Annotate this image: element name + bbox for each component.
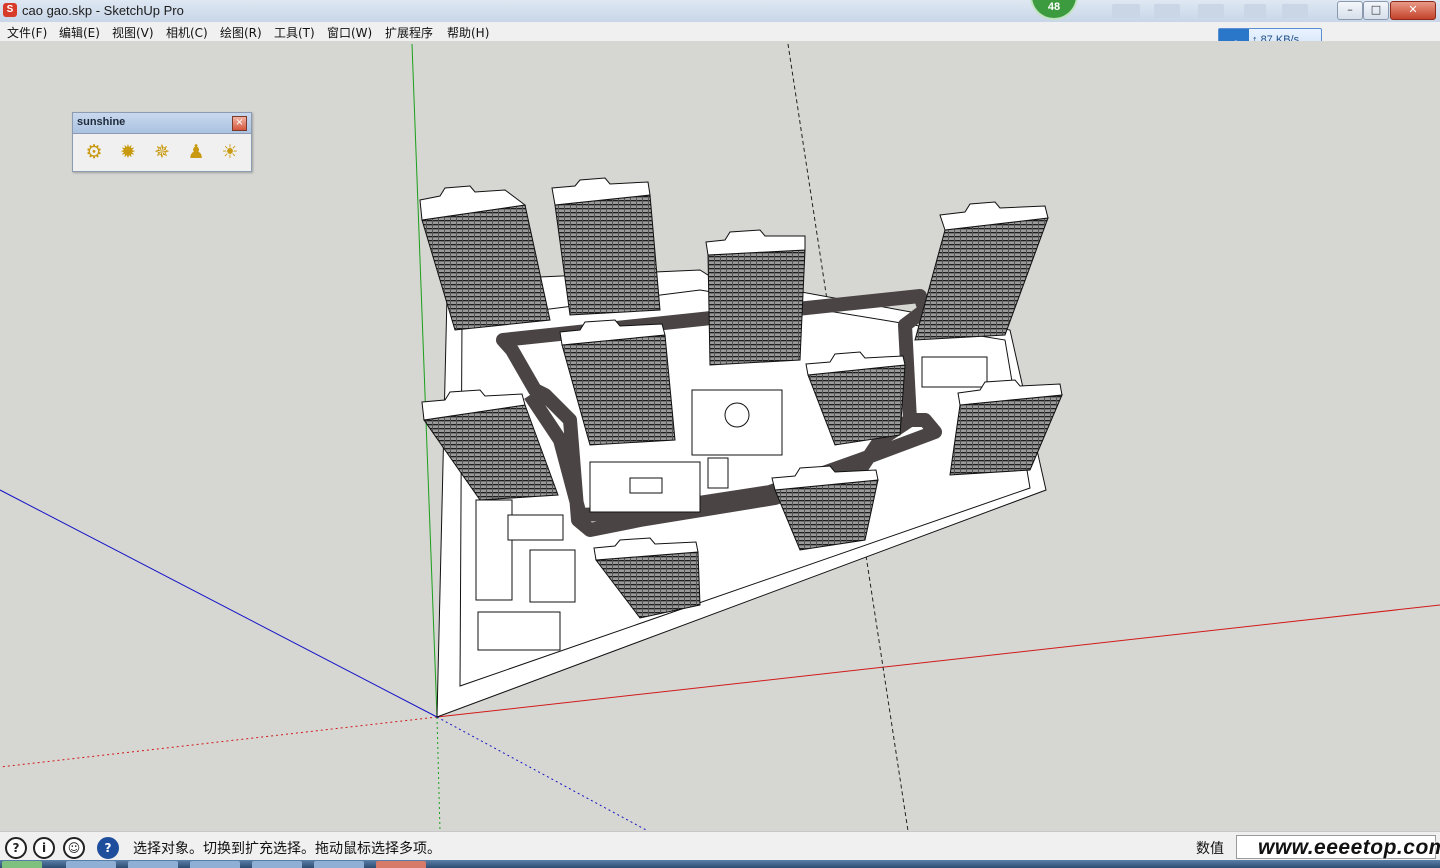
blurred-title-item [1154, 4, 1180, 18]
credits-info-icon[interactable]: i [33, 837, 55, 859]
blue-axis [0, 489, 438, 718]
sunshine-settings-icon[interactable]: ⚙ [81, 139, 107, 165]
blurred-title-item [1244, 4, 1266, 18]
sunshine-toolbar[interactable]: sunshine × ⚙ ✹ ✵ ♟ ☀ [72, 112, 252, 172]
tower-2[interactable] [554, 194, 661, 316]
sketchup-icon: S [3, 3, 17, 17]
sun-path-icon[interactable]: ✵ [149, 139, 175, 165]
tower-4[interactable] [914, 217, 1049, 341]
gate-kiosk [707, 457, 729, 489]
modeling-viewport[interactable]: sunshine × ⚙ ✹ ✵ ♟ ☀ [0, 41, 1440, 831]
menu-help[interactable]: 帮助(H) [447, 24, 489, 41]
podium-block-d [507, 514, 564, 541]
taskbar-item[interactable] [252, 861, 302, 868]
sun-analysis-icon[interactable]: ✹ [115, 139, 141, 165]
taskbar-item[interactable] [314, 861, 364, 868]
menu-window[interactable]: 窗口(W) [327, 24, 372, 41]
taskbar-item[interactable] [66, 861, 116, 868]
menu-camera[interactable]: 相机(C) [166, 24, 208, 41]
green-axis [411, 43, 438, 718]
status-bar: ? i ☺ ? 选择对象。切换到扩充选择。拖动鼠标选择多项。 数值 [0, 831, 1440, 861]
tower-1[interactable] [421, 204, 551, 331]
menu-view[interactable]: 视图(V) [112, 24, 154, 41]
geo-location-icon[interactable]: ? [5, 837, 27, 859]
taskbar [0, 860, 1440, 868]
tower-3[interactable] [707, 249, 806, 366]
clubhouse-annex [629, 477, 663, 494]
measurements-label: 数值 [1196, 841, 1224, 857]
red-axis-negative [0, 716, 438, 768]
shadow-person-icon[interactable]: ♟ [183, 139, 209, 165]
menu-draw[interactable]: 绘图(R) [220, 24, 262, 41]
podium-block-c [477, 611, 561, 651]
taskbar-item[interactable] [128, 861, 178, 868]
kindergarten [921, 356, 988, 388]
plaza-fountain [724, 402, 750, 428]
status-hint: 选择对象。切换到扩充选择。拖动鼠标选择多项。 [133, 841, 441, 857]
maximize-button[interactable]: □ [1363, 1, 1389, 20]
menu-tools[interactable]: 工具(T) [274, 24, 315, 41]
menu-file[interactable]: 文件(F) [7, 24, 47, 41]
podium-block-b [529, 549, 576, 603]
user-account-icon[interactable]: ☺ [63, 837, 85, 859]
tower-3-roof [705, 229, 806, 256]
menu-edit[interactable]: 编辑(E) [59, 24, 100, 41]
minimize-button[interactable]: – [1337, 1, 1363, 20]
taskbar-item-sketchup[interactable] [376, 861, 426, 868]
taskbar-item[interactable] [190, 861, 240, 868]
help-icon[interactable]: ? [97, 837, 119, 859]
blurred-title-item [1198, 4, 1224, 18]
watermark-text: www.eeeetop.com [1258, 836, 1440, 859]
title-bar: S cao gao.skp - SketchUp Pro – □ ✕ [0, 0, 1440, 23]
sunshine-toolbar-titlebar[interactable]: sunshine × [73, 113, 251, 134]
tower-8[interactable] [949, 394, 1063, 476]
green-axis-negative [436, 716, 441, 831]
menu-extensions[interactable]: 扩展程序 [385, 24, 433, 41]
sun-export-icon[interactable]: ☀ [217, 139, 243, 165]
close-icon[interactable]: × [232, 116, 247, 131]
close-button[interactable]: ✕ [1390, 1, 1436, 20]
blue-axis-negative [436, 716, 649, 831]
sunshine-toolbar-title: sunshine [77, 116, 126, 128]
window-title: cao gao.skp - SketchUp Pro [22, 3, 184, 18]
podium-block-a [475, 499, 513, 601]
blurred-title-item [1112, 4, 1140, 18]
start-button[interactable] [2, 861, 42, 868]
blurred-title-item [1282, 4, 1308, 18]
